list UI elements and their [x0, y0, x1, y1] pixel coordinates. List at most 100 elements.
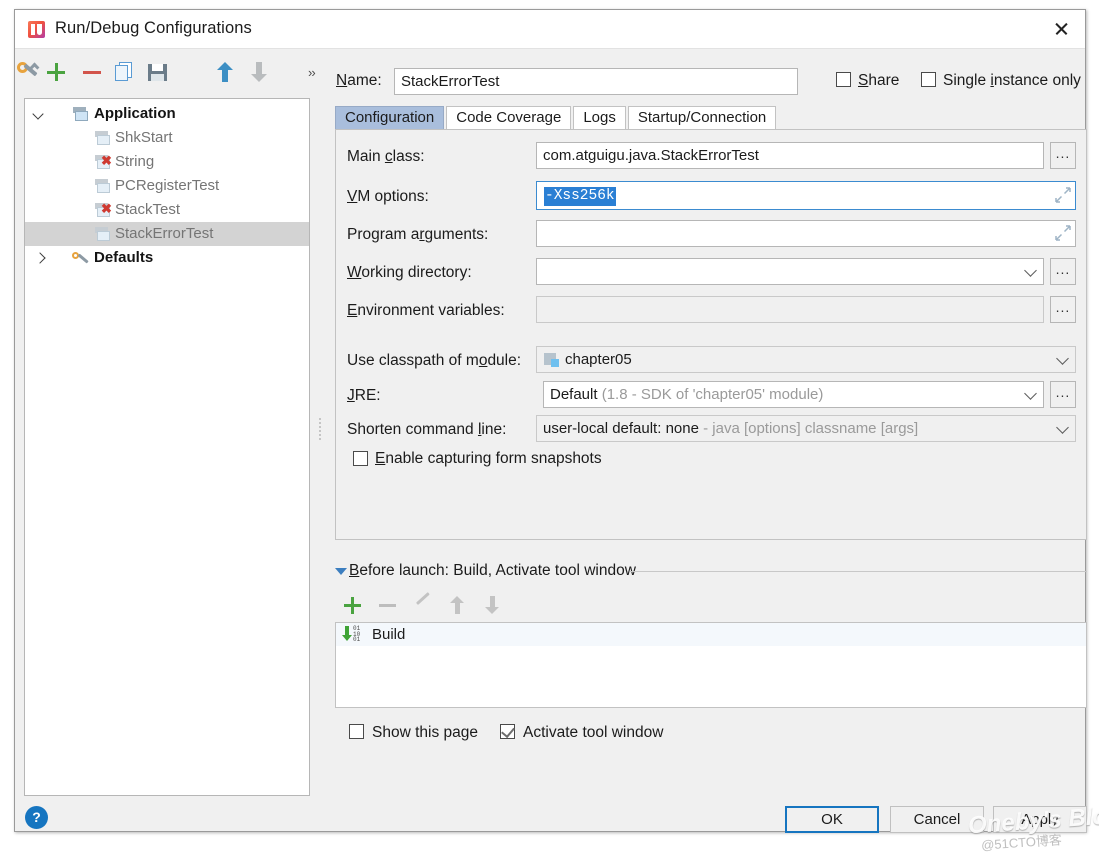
before-launch-toolbar	[335, 590, 1087, 620]
toolbar-overflow-button[interactable]: ››	[308, 65, 316, 80]
working-directory-label: Working directory:	[347, 264, 472, 281]
program-arguments-label: Program arguments:	[347, 226, 489, 243]
run-debug-configurations-dialog: Run/Debug Configurations ›› Name: StackE…	[14, 9, 1099, 853]
single-instance-checkbox[interactable]	[921, 72, 936, 87]
expand-icon[interactable]	[1055, 225, 1071, 241]
jre-combobox[interactable]: Default (1.8 - SDK of 'chapter05' module…	[543, 381, 1044, 408]
chevron-down-icon[interactable]	[1058, 423, 1070, 435]
share-label[interactable]: Share	[858, 72, 899, 90]
chevron-right-icon[interactable]	[35, 253, 45, 263]
tree-node-application[interactable]: Application	[25, 102, 309, 126]
tree-node-pcregistertest[interactable]: PCRegisterTest	[25, 174, 309, 198]
environment-variables-browse-button[interactable]: ...	[1050, 296, 1076, 323]
environment-variables-label: Environment variables:	[347, 302, 505, 319]
move-up-button[interactable]	[212, 59, 238, 85]
vm-options-input[interactable]: -Xss256k	[536, 181, 1076, 210]
edit-templates-button[interactable]	[15, 59, 41, 85]
cancel-button[interactable]: Cancel	[890, 806, 984, 833]
module-icon	[544, 353, 560, 368]
tree-node-label: StackErrorTest	[115, 225, 214, 242]
tab-configuration[interactable]: Configuration	[335, 106, 445, 129]
tree-node-stackerrortest[interactable]: StackErrorTest	[25, 222, 309, 246]
run-config-icon	[95, 131, 111, 146]
main-class-label: Main class:	[347, 148, 425, 165]
tab-logs[interactable]: Logs	[573, 106, 626, 129]
run-config-error-icon: ✖	[95, 154, 112, 170]
environment-variables-input[interactable]	[536, 296, 1044, 323]
show-this-page-checkbox[interactable]	[349, 724, 364, 739]
working-directory-input[interactable]	[536, 258, 1044, 285]
edit-task-button[interactable]	[411, 592, 435, 617]
main-class-browse-button[interactable]: ...	[1050, 142, 1076, 169]
tree-node-label: Defaults	[94, 249, 154, 266]
intellij-idea-icon	[28, 21, 45, 38]
panel-splitter-handle[interactable]	[317, 418, 324, 442]
dialog-titlebar: Run/Debug Configurations	[15, 10, 1085, 49]
task-move-up-button[interactable]	[446, 593, 470, 617]
list-item[interactable]: 01 10 01 Build	[336, 623, 1086, 646]
vm-options-label: VM options:	[347, 188, 429, 205]
task-move-down-button[interactable]	[481, 593, 505, 617]
chevron-down-icon[interactable]	[1026, 266, 1038, 278]
tree-node-string[interactable]: ✖ String	[25, 150, 309, 174]
triangle-down-icon[interactable]	[335, 568, 347, 575]
tree-node-stacktest[interactable]: ✖ StackTest	[25, 198, 309, 222]
classpath-module-label: Use classpath of module:	[347, 352, 522, 369]
chevron-down-icon[interactable]	[34, 109, 44, 119]
ok-button[interactable]: OK	[785, 806, 879, 833]
remove-task-button[interactable]	[376, 593, 400, 617]
jre-hint: (1.8 - SDK of 'chapter05' module)	[601, 386, 824, 403]
copy-configuration-button[interactable]	[112, 59, 138, 85]
form-snapshots-checkbox[interactable]	[353, 451, 368, 466]
add-configuration-button[interactable]	[43, 59, 69, 85]
configurations-tree[interactable]: Application ShkStart ✖ String PCRegister…	[24, 98, 310, 796]
shorten-command-line-value: user-local default: none	[543, 420, 699, 437]
shorten-command-line-label: Shorten command line:	[347, 421, 507, 438]
tab-code-coverage[interactable]: Code Coverage	[446, 106, 572, 129]
main-class-input[interactable]: com.atguigu.java.StackErrorTest	[536, 142, 1044, 169]
name-input[interactable]: StackErrorTest	[394, 68, 798, 95]
shorten-command-line-combobox[interactable]: user-local default: none - java [options…	[536, 415, 1076, 442]
classpath-module-value: chapter05	[565, 351, 632, 368]
name-label: Name:	[336, 72, 382, 89]
vm-options-value: -Xss256k	[544, 187, 616, 206]
help-icon[interactable]: ?	[25, 806, 48, 829]
tree-node-shkstart[interactable]: ShkStart	[25, 126, 309, 150]
chevron-down-icon[interactable]	[1026, 389, 1038, 401]
activate-tool-window-label[interactable]: Activate tool window	[523, 724, 663, 742]
before-launch-task-list[interactable]: 01 10 01 Build	[335, 622, 1087, 708]
tree-node-label: String	[115, 153, 155, 170]
tree-node-defaults[interactable]: Defaults	[25, 246, 309, 270]
jre-value: Default	[550, 386, 598, 403]
shorten-command-line-hint: - java [options] classname [args]	[703, 420, 919, 437]
working-directory-browse-button[interactable]: ...	[1050, 258, 1076, 285]
application-icon	[73, 107, 89, 122]
wrench-icon	[72, 251, 89, 266]
task-label: Build	[372, 626, 406, 643]
move-down-button[interactable]	[246, 59, 272, 85]
tree-node-label: PCRegisterTest	[115, 177, 220, 194]
build-icon: 01 10 01	[340, 626, 370, 643]
activate-tool-window-checkbox[interactable]	[500, 724, 515, 739]
before-launch-title: Before launch: Build, Activate tool wind…	[349, 562, 636, 579]
classpath-module-combobox[interactable]: chapter05	[536, 346, 1076, 373]
apply-button[interactable]: Apply	[993, 806, 1087, 833]
form-snapshots-label[interactable]: Enable capturing form snapshots	[375, 450, 602, 468]
share-checkbox[interactable]	[836, 72, 851, 87]
single-instance-label[interactable]: Single instance only	[943, 72, 1081, 90]
chevron-down-icon[interactable]	[1058, 354, 1070, 366]
configuration-tab-panel: Main class: com.atguigu.java.StackErrorT…	[335, 129, 1087, 540]
jre-label: JRE:	[347, 387, 381, 404]
tab-startup-connection[interactable]: Startup/Connection	[627, 106, 777, 129]
expand-icon[interactable]	[1055, 187, 1071, 203]
remove-configuration-button[interactable]	[79, 59, 105, 85]
tree-node-label: Application	[94, 105, 176, 122]
close-icon[interactable]	[1038, 10, 1085, 48]
dialog-title: Run/Debug Configurations	[55, 19, 252, 37]
program-arguments-input[interactable]	[536, 220, 1076, 247]
run-config-icon	[95, 227, 111, 242]
jre-browse-button[interactable]: ...	[1050, 381, 1076, 408]
save-configuration-button[interactable]	[145, 59, 171, 85]
add-task-button[interactable]	[341, 593, 365, 617]
show-this-page-label[interactable]: Show this page	[372, 724, 478, 742]
